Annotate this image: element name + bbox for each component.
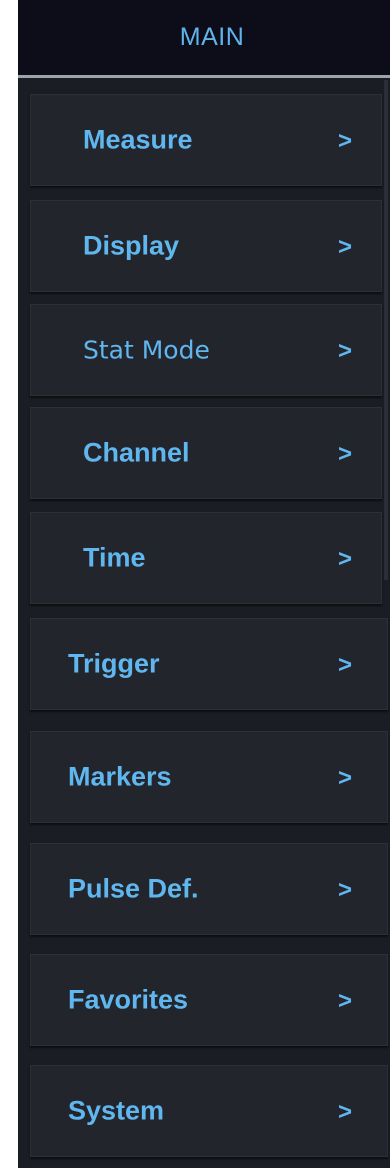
menu-item-stat-mode[interactable]: Stat Mode > bbox=[30, 304, 382, 396]
chevron-right-icon: > bbox=[338, 1098, 353, 1126]
chevron-right-icon: > bbox=[338, 987, 353, 1015]
menu-header: MAIN bbox=[18, 0, 390, 78]
menu-title: MAIN bbox=[179, 23, 245, 51]
menu-item-channel[interactable]: Channel > bbox=[30, 407, 382, 499]
menu-item-label: System bbox=[68, 1095, 165, 1126]
chevron-right-icon: > bbox=[338, 127, 353, 155]
menu-item-favorites[interactable]: Favorites > bbox=[30, 954, 388, 1046]
menu-item-label: Trigger bbox=[68, 648, 160, 679]
menu-item-label: Display bbox=[83, 230, 180, 261]
menu-item-label: Time bbox=[83, 542, 146, 573]
chevron-right-icon: > bbox=[338, 764, 353, 792]
chevron-right-icon: > bbox=[338, 337, 353, 365]
menu-item-label: Channel bbox=[83, 437, 190, 468]
menu-item-display[interactable]: Display > bbox=[30, 200, 382, 292]
chevron-right-icon: > bbox=[338, 440, 353, 468]
chevron-right-icon: > bbox=[338, 651, 353, 679]
scrollbar[interactable] bbox=[384, 80, 388, 580]
chevron-right-icon: > bbox=[338, 545, 353, 573]
menu-item-measure[interactable]: Measure > bbox=[30, 94, 382, 186]
menu-item-label: Favorites bbox=[68, 984, 189, 1015]
chevron-right-icon: > bbox=[338, 876, 353, 904]
menu-item-label: Pulse Def. bbox=[68, 873, 199, 904]
menu-item-system[interactable]: System > bbox=[30, 1065, 388, 1157]
menu-item-label: Markers bbox=[68, 761, 172, 792]
menu-item-pulse-def[interactable]: Pulse Def. > bbox=[30, 843, 388, 935]
menu-item-time[interactable]: Time > bbox=[30, 512, 382, 604]
menu-item-trigger[interactable]: Trigger > bbox=[30, 618, 388, 710]
menu-item-label: Stat Mode bbox=[83, 335, 210, 365]
chevron-right-icon: > bbox=[338, 233, 353, 261]
menu-item-markers[interactable]: Markers > bbox=[30, 731, 388, 823]
menu-item-label: Measure bbox=[83, 124, 193, 155]
